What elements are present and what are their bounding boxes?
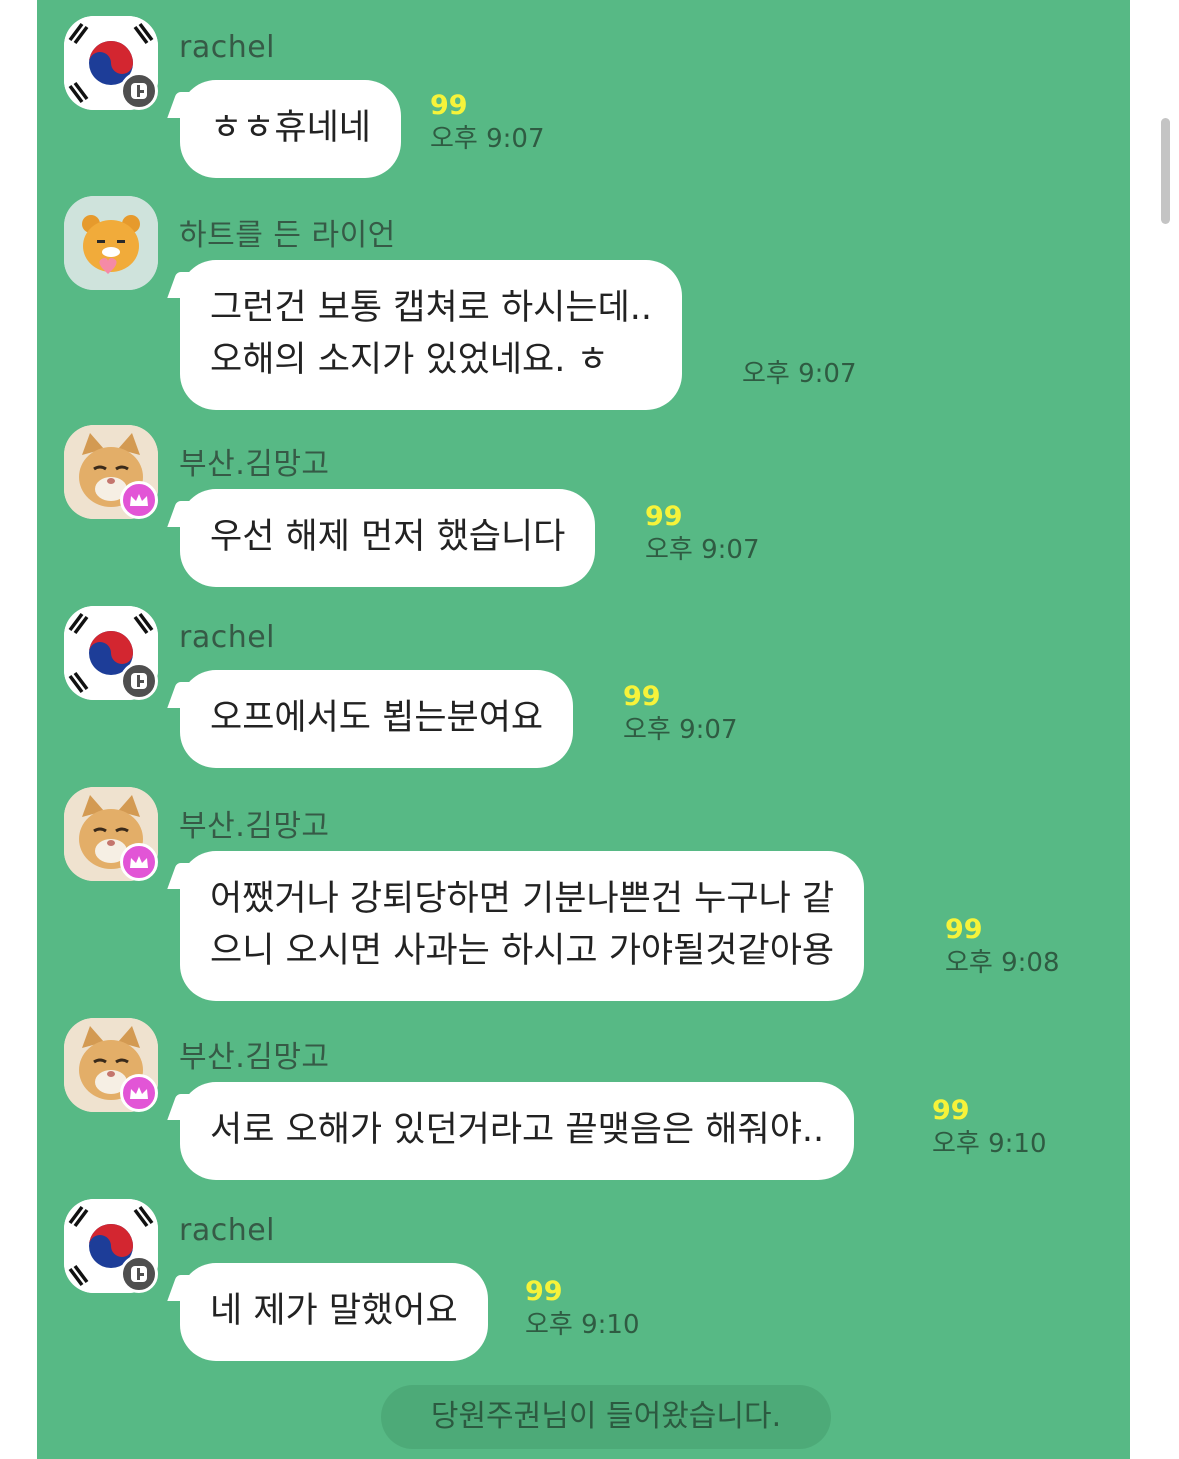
message-time: 오후 9:07 (645, 535, 760, 565)
message-line: 오프에서도 뵙는분여요 (210, 698, 544, 738)
message-line: 오해의 소지가 있었네요. ㅎ (210, 340, 609, 380)
message-bubble[interactable]: 그런건 보통 캡쳐로 하시는데.. 오해의 소지가 있었네요. ㅎ (180, 260, 683, 410)
unread-count: 99 (645, 501, 683, 532)
sender-name: 하트를 든 라이언 (179, 218, 396, 253)
profile-avatar[interactable] (64, 196, 158, 290)
message-line: ㅎㅎ휴네네 (210, 108, 372, 148)
open-profile-badge-icon (120, 1255, 158, 1293)
message-time: 오후 9:07 (742, 359, 857, 389)
message-line: 네 제가 말했어요 (210, 1291, 458, 1331)
message-time: 오후 9:07 (430, 124, 545, 154)
message-bubble[interactable]: 서로 오해가 있던거라고 끝맺음은 해줘야.. (180, 1082, 855, 1180)
message-line: 어쨌거나 강퇴당하면 기분나쁜건 누구나 같 (210, 879, 835, 919)
message-bubble[interactable]: ㅎㅎ휴네네 (180, 80, 402, 178)
message-time: 오후 9:08 (945, 948, 1060, 978)
message-line: 우선 해제 먼저 했습니다 (210, 517, 566, 557)
message-meta: 오후 9:07 (742, 356, 857, 392)
sender-name: rachel (179, 620, 276, 655)
sender-name: 부산.김망고 (179, 809, 330, 844)
message-meta: 99 오후 9:10 (525, 1277, 640, 1343)
message-time: 오후 9:10 (932, 1129, 1047, 1159)
sender-name: 부산.김망고 (179, 447, 330, 482)
open-profile-badge-icon (120, 72, 158, 110)
message-line: 그런건 보통 캡쳐로 하시는데.. (210, 288, 653, 328)
message-time: 오후 9:10 (525, 1310, 640, 1340)
unread-count: 99 (623, 681, 661, 712)
message-time: 오후 9:07 (623, 715, 738, 745)
unread-count: 99 (525, 1276, 563, 1307)
unread-count: 99 (430, 90, 468, 121)
message-bubble[interactable]: 우선 해제 먼저 했습니다 (180, 489, 596, 587)
message-meta: 99 오후 9:08 (945, 915, 1060, 981)
open-profile-badge-icon (120, 662, 158, 700)
unread-count: 99 (945, 914, 983, 945)
message-bubble[interactable]: 오프에서도 뵙는분여요 (180, 670, 574, 768)
system-notice: 당원주권님이 들어왔습니다. (381, 1385, 831, 1449)
crown-icon (120, 843, 158, 881)
unread-count: 99 (932, 1095, 970, 1126)
sender-name: rachel (179, 1213, 276, 1248)
crown-icon (120, 1074, 158, 1112)
ryan-lion-holding-heart-icon (64, 196, 158, 290)
crown-icon (120, 481, 158, 519)
scrollbar[interactable] (1161, 118, 1170, 224)
message-line: 으니 오시면 사과는 하시고 가야될것같아용 (210, 931, 835, 971)
sender-name: rachel (179, 30, 276, 65)
message-meta: 99 오후 9:07 (623, 682, 738, 748)
sender-name: 부산.김망고 (179, 1040, 330, 1075)
message-bubble[interactable]: 어쨌거나 강퇴당하면 기분나쁜건 누구나 같 으니 오시면 사과는 하시고 가야… (180, 851, 865, 1001)
message-meta: 99 오후 9:10 (932, 1096, 1047, 1162)
message-bubble[interactable]: 네 제가 말했어요 (180, 1263, 488, 1361)
message-meta: 99 오후 9:07 (645, 502, 760, 568)
message-meta: 99 오후 9:07 (430, 91, 545, 157)
message-line: 서로 오해가 있던거라고 끝맺음은 해줘야.. (210, 1110, 825, 1150)
chat-room: rachel ㅎㅎ휴네네 99 오후 9:07 하트를 든 라이언 그런건 보통 (37, 0, 1130, 1459)
